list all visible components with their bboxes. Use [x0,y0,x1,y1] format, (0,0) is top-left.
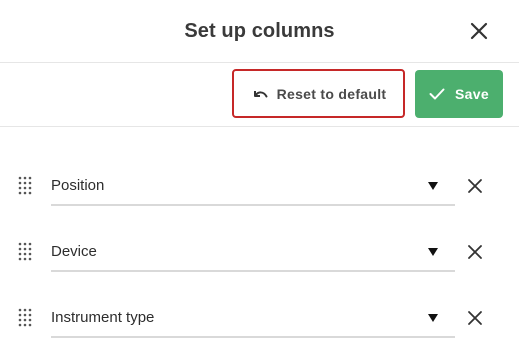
remove-column-button[interactable] [466,309,484,327]
caret-down-icon [428,248,438,256]
close-icon [470,22,488,40]
column-select[interactable]: Device [51,234,455,272]
close-button[interactable] [466,18,492,44]
remove-icon [468,179,482,193]
dialog-header: Set up columns [0,0,519,63]
dialog-toolbar: Reset to default Save [0,63,519,127]
remove-icon [468,245,482,259]
dialog-title: Set up columns [184,20,335,42]
remove-column-button[interactable] [466,243,484,261]
column-row: Instrument type [0,286,519,346]
remove-column-button[interactable] [466,177,484,195]
undo-icon [253,90,268,97]
remove-icon [468,311,482,325]
drag-handle-icon[interactable] [18,176,32,196]
column-select[interactable]: Position [51,168,455,206]
column-select-value: Device [51,243,97,260]
setup-columns-dialog: Set up columns Reset to default Save Pos… [0,0,519,356]
column-select[interactable]: Instrument type [51,300,455,338]
column-row: Position [0,154,519,214]
check-icon [429,88,445,100]
drag-handle-icon[interactable] [18,308,32,328]
reset-button-label: Reset to default [276,85,387,102]
column-row: Device [0,220,519,280]
caret-down-icon [428,314,438,322]
save-button-label: Save [455,86,489,102]
column-select-value: Instrument type [51,309,155,326]
column-select-value: Position [51,177,105,194]
reset-to-default-button[interactable]: Reset to default [232,69,405,118]
drag-handle-icon[interactable] [18,242,32,262]
save-button[interactable]: Save [415,70,503,118]
caret-down-icon [428,182,438,190]
